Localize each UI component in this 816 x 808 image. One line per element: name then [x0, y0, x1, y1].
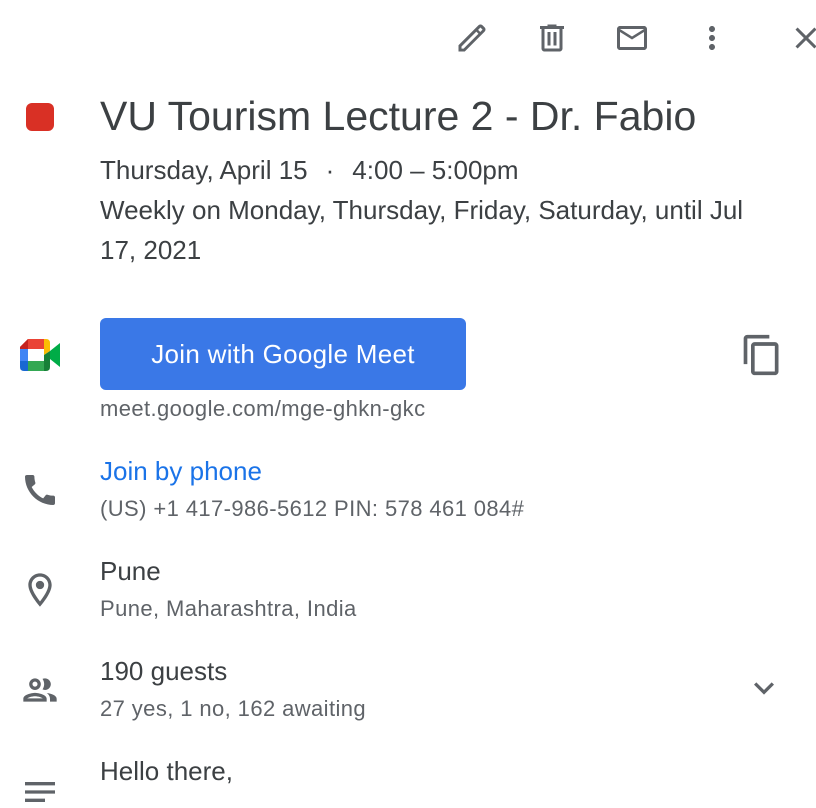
- event-description: Hello there,: [100, 756, 233, 786]
- edit-event-button[interactable]: [450, 16, 494, 60]
- trash-icon: [540, 24, 564, 52]
- event-recurrence: Weekly on Monday, Thursday, Friday, Satu…: [100, 195, 744, 265]
- close-button[interactable]: [784, 16, 816, 60]
- more-options-button[interactable]: [690, 16, 734, 60]
- event-datetime: Thursday, April 15 · 4:00 – 5:00pm Weekly …: [100, 150, 780, 270]
- phone-dial-in-details: (US) +1 417-986-5612 PIN: 578 461 084#: [100, 496, 525, 521]
- expand-guests-button[interactable]: [744, 668, 784, 708]
- more-vert-icon: [709, 26, 715, 50]
- chevron-down-icon: [754, 682, 774, 695]
- event-details-panel: VU Tourism Lecture 2 - Dr. Fabio Thursda…: [0, 0, 816, 808]
- datetime-separator: ·: [325, 155, 335, 185]
- join-google-meet-button[interactable]: Join with Google Meet: [100, 318, 466, 390]
- join-by-phone-link[interactable]: Join by phone: [100, 456, 262, 487]
- location-address: Pune, Maharashtra, India: [100, 596, 357, 621]
- event-time: 4:00 – 5:00pm: [352, 155, 519, 185]
- email-guests-button[interactable]: [610, 16, 654, 60]
- event-title: VU Tourism Lecture 2 - Dr. Fabio: [100, 93, 697, 139]
- mail-icon: [617, 26, 647, 50]
- delete-event-button[interactable]: [530, 16, 574, 60]
- phone-icon: [20, 470, 60, 510]
- location-name: Pune: [100, 556, 161, 586]
- event-color-swatch: [26, 103, 54, 131]
- copy-meeting-link-button[interactable]: [740, 333, 784, 377]
- google-meet-icon: [20, 339, 60, 371]
- event-date: Thursday, April 15: [100, 155, 308, 185]
- guest-count: 190 guests: [100, 656, 228, 686]
- location-pin-icon: [20, 570, 60, 610]
- meeting-url: meet.google.com/mge-ghkn-gkc: [100, 396, 426, 421]
- notes-icon: [20, 772, 60, 808]
- close-icon: [795, 27, 816, 49]
- guest-rsvp-summary: 27 yes, 1 no, 162 awaiting: [100, 696, 367, 721]
- people-icon: [20, 670, 60, 710]
- pencil-icon: [458, 24, 486, 52]
- copy-icon: [743, 334, 779, 376]
